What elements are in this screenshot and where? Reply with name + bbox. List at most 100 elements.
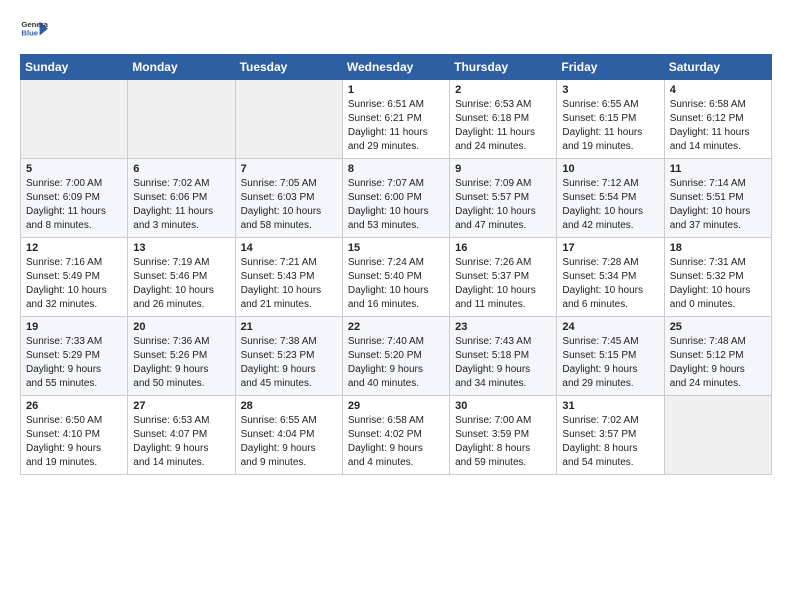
weekday-header-row: SundayMondayTuesdayWednesdayThursdayFrid…	[21, 55, 772, 80]
day-cell: 19Sunrise: 7:33 AMSunset: 5:29 PMDayligh…	[21, 317, 128, 396]
day-number: 20	[133, 321, 229, 333]
day-cell: 12 Sunrise: 7:16 AMSunset: 5:49 PMDayligh…	[21, 238, 128, 317]
header: General Blue	[20, 16, 772, 44]
day-number: 22	[348, 321, 444, 333]
day-cell: 14 Sunrise: 7:21 AMSunset: 5:43 PMDayligh…	[235, 238, 342, 317]
day-cell: 13 Sunrise: 7:19 AMSunset: 5:46 PMDayligh…	[128, 238, 235, 317]
day-info: Sunrise: 7:38 AMSunset: 5:23 PMDaylight:…	[241, 335, 337, 391]
day-info: Sunrise: 6:58 AMSunset: 4:02 PMDaylight:…	[348, 414, 444, 470]
day-info: Sunrise: 7:43 AMSunset: 5:18 PMDaylight:…	[455, 335, 551, 391]
day-cell: 20 Sunrise: 7:36 AMSunset: 5:26 PMDayligh…	[128, 317, 235, 396]
day-cell: 23 Sunrise: 7:43 AMSunset: 5:18 PMDayligh…	[450, 317, 557, 396]
calendar: SundayMondayTuesdayWednesdayThursdayFrid…	[20, 54, 772, 475]
day-info: Sunrise: 7:12 AMSunset: 5:54 PMDaylight:…	[562, 177, 658, 233]
day-number: 30	[455, 400, 551, 412]
weekday-header-wednesday: Wednesday	[342, 55, 449, 80]
day-cell: 5 Sunrise: 7:00 AMSunset: 6:09 PMDaylight…	[21, 159, 128, 238]
day-number: 29	[348, 400, 444, 412]
day-cell	[664, 396, 771, 475]
day-number: 13	[133, 242, 229, 254]
day-number: 24	[562, 321, 658, 333]
day-number: 16	[455, 242, 551, 254]
weekday-header-tuesday: Tuesday	[235, 55, 342, 80]
day-info: Sunrise: 7:09 AMSunset: 5:57 PMDaylight:…	[455, 177, 551, 233]
day-info: Sunrise: 7:00 AMSunset: 6:09 PMDaylight:…	[26, 177, 122, 233]
day-number: 25	[670, 321, 766, 333]
weekday-header-thursday: Thursday	[450, 55, 557, 80]
day-cell: 31 Sunrise: 7:02 AMSunset: 3:57 PMDayligh…	[557, 396, 664, 475]
day-info: Sunrise: 7:16 AMSunset: 5:49 PMDaylight:…	[26, 256, 122, 312]
day-number: 31	[562, 400, 658, 412]
day-number: 15	[348, 242, 444, 254]
day-info: Sunrise: 6:58 AMSunset: 6:12 PMDaylight:…	[670, 98, 766, 154]
weekday-header-monday: Monday	[128, 55, 235, 80]
day-info: Sunrise: 7:40 AMSunset: 5:20 PMDaylight:…	[348, 335, 444, 391]
day-info: Sunrise: 6:50 AMSunset: 4:10 PMDaylight:…	[26, 414, 122, 470]
day-info: Sunrise: 7:14 AMSunset: 5:51 PMDaylight:…	[670, 177, 766, 233]
day-number: 27	[133, 400, 229, 412]
day-number: 28	[241, 400, 337, 412]
day-cell: 10 Sunrise: 7:12 AMSunset: 5:54 PMDayligh…	[557, 159, 664, 238]
day-cell: 4 Sunrise: 6:58 AMSunset: 6:12 PMDaylight…	[664, 80, 771, 159]
day-number: 11	[670, 163, 766, 175]
day-cell: 1Sunrise: 6:51 AMSunset: 6:21 PMDaylight…	[342, 80, 449, 159]
day-number: 19	[26, 321, 122, 333]
weekday-header-friday: Friday	[557, 55, 664, 80]
week-row-5: 26 Sunrise: 6:50 AMSunset: 4:10 PMDayligh…	[21, 396, 772, 475]
day-cell	[128, 80, 235, 159]
day-info: Sunrise: 7:19 AMSunset: 5:46 PMDaylight:…	[133, 256, 229, 312]
day-cell: 29 Sunrise: 6:58 AMSunset: 4:02 PMDayligh…	[342, 396, 449, 475]
day-number: 4	[670, 84, 766, 96]
weekday-header-sunday: Sunday	[21, 55, 128, 80]
day-cell: 22 Sunrise: 7:40 AMSunset: 5:20 PMDayligh…	[342, 317, 449, 396]
week-row-3: 12 Sunrise: 7:16 AMSunset: 5:49 PMDayligh…	[21, 238, 772, 317]
day-cell: 26 Sunrise: 6:50 AMSunset: 4:10 PMDayligh…	[21, 396, 128, 475]
day-number: 17	[562, 242, 658, 254]
day-cell: 3 Sunrise: 6:55 AMSunset: 6:15 PMDaylight…	[557, 80, 664, 159]
day-number: 6	[133, 163, 229, 175]
svg-text:General: General	[21, 20, 48, 29]
day-info: Sunrise: 6:55 AMSunset: 4:04 PMDaylight:…	[241, 414, 337, 470]
day-cell: 6Sunrise: 7:02 AMSunset: 6:06 PMDaylight…	[128, 159, 235, 238]
day-info: Sunrise: 7:28 AMSunset: 5:34 PMDaylight:…	[562, 256, 658, 312]
day-info: Sunrise: 6:51 AMSunset: 6:21 PMDaylight:…	[348, 98, 444, 154]
day-info: Sunrise: 7:36 AMSunset: 5:26 PMDaylight:…	[133, 335, 229, 391]
day-cell: 11 Sunrise: 7:14 AMSunset: 5:51 PMDayligh…	[664, 159, 771, 238]
day-cell: 17 Sunrise: 7:28 AMSunset: 5:34 PMDayligh…	[557, 238, 664, 317]
day-cell: 25 Sunrise: 7:48 AMSunset: 5:12 PMDayligh…	[664, 317, 771, 396]
day-info: Sunrise: 6:53 AMSunset: 4:07 PMDaylight:…	[133, 414, 229, 470]
day-number: 26	[26, 400, 122, 412]
day-cell: 7Sunrise: 7:05 AMSunset: 6:03 PMDaylight…	[235, 159, 342, 238]
day-number: 9	[455, 163, 551, 175]
week-row-1: 1Sunrise: 6:51 AMSunset: 6:21 PMDaylight…	[21, 80, 772, 159]
day-cell: 27 Sunrise: 6:53 AMSunset: 4:07 PMDayligh…	[128, 396, 235, 475]
day-cell: 9 Sunrise: 7:09 AMSunset: 5:57 PMDaylight…	[450, 159, 557, 238]
svg-text:Blue: Blue	[21, 29, 38, 38]
weekday-header-saturday: Saturday	[664, 55, 771, 80]
day-number: 18	[670, 242, 766, 254]
day-number: 3	[562, 84, 658, 96]
page: General Blue SundayMondayTuesdayWednesda…	[0, 0, 792, 491]
day-cell: 24Sunrise: 7:45 AMSunset: 5:15 PMDayligh…	[557, 317, 664, 396]
day-info: Sunrise: 7:02 AMSunset: 3:57 PMDaylight:…	[562, 414, 658, 470]
day-info: Sunrise: 7:24 AMSunset: 5:40 PMDaylight:…	[348, 256, 444, 312]
day-cell: 2 Sunrise: 6:53 AMSunset: 6:18 PMDaylight…	[450, 80, 557, 159]
logo: General Blue	[20, 16, 50, 44]
day-number: 7	[241, 163, 337, 175]
day-number: 2	[455, 84, 551, 96]
day-info: Sunrise: 7:48 AMSunset: 5:12 PMDaylight:…	[670, 335, 766, 391]
day-info: Sunrise: 6:53 AMSunset: 6:18 PMDaylight:…	[455, 98, 551, 154]
day-cell: 21 Sunrise: 7:38 AMSunset: 5:23 PMDayligh…	[235, 317, 342, 396]
day-number: 21	[241, 321, 337, 333]
day-number: 14	[241, 242, 337, 254]
day-info: Sunrise: 7:00 AMSunset: 3:59 PMDaylight:…	[455, 414, 551, 470]
day-number: 5	[26, 163, 122, 175]
day-info: Sunrise: 6:55 AMSunset: 6:15 PMDaylight:…	[562, 98, 658, 154]
day-cell	[235, 80, 342, 159]
day-info: Sunrise: 7:21 AMSunset: 5:43 PMDaylight:…	[241, 256, 337, 312]
day-number: 10	[562, 163, 658, 175]
day-cell: 8Sunrise: 7:07 AMSunset: 6:00 PMDaylight…	[342, 159, 449, 238]
day-number: 23	[455, 321, 551, 333]
day-number: 12	[26, 242, 122, 254]
day-cell	[21, 80, 128, 159]
